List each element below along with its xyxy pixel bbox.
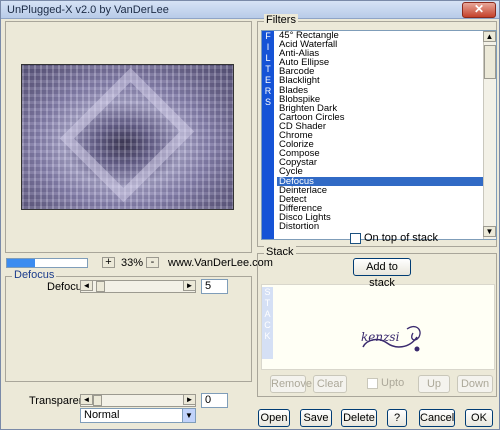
side-tab-letter: I bbox=[266, 42, 270, 52]
filter-list-item[interactable]: Copystar bbox=[277, 158, 484, 168]
chevron-right-icon[interactable]: ► bbox=[183, 394, 196, 405]
filters-group: Filters FILTERS 45° Rectangle Acid Waterf… bbox=[257, 14, 497, 247]
stack-list[interactable]: STACK kenzsi bbox=[261, 284, 495, 370]
filter-list-scrollbar[interactable]: ▲ ▼ bbox=[483, 31, 496, 239]
close-button[interactable]: ✕ bbox=[462, 2, 496, 18]
filters-group-title: Filters bbox=[264, 14, 298, 26]
title-bar: UnPlugged-X v2.0 by VanDerLee ✕ bbox=[1, 1, 499, 19]
preview-pattern bbox=[59, 67, 195, 203]
side-tab-letter: C bbox=[264, 320, 271, 330]
side-tab-letter: S bbox=[264, 287, 271, 297]
side-tab-letter: L bbox=[265, 53, 271, 63]
down-button[interactable]: Down bbox=[457, 375, 493, 393]
transparency-value-field[interactable]: 0 bbox=[201, 393, 228, 408]
save-button[interactable]: Save bbox=[300, 409, 332, 427]
transparency-slider-thumb[interactable] bbox=[93, 395, 102, 406]
transparency-slider[interactable]: ◄ ► bbox=[80, 394, 196, 407]
upto-checkbox[interactable] bbox=[367, 378, 378, 389]
zoom-in-button[interactable]: + bbox=[102, 257, 115, 268]
filter-list-item[interactable]: Deinterlace bbox=[277, 185, 484, 195]
on-top-label: On top of stack bbox=[364, 232, 438, 244]
stack-side-tab: STACK bbox=[262, 287, 273, 359]
preview-panel bbox=[5, 21, 252, 253]
zoom-progress-bar bbox=[6, 258, 88, 268]
blend-mode-select[interactable]: Normal ▼ bbox=[80, 408, 196, 423]
side-tab-letter: S bbox=[264, 97, 271, 107]
clear-button[interactable]: Clear bbox=[313, 375, 347, 393]
chevron-down-icon[interactable]: ▼ bbox=[483, 226, 496, 237]
ok-button[interactable]: OK bbox=[465, 409, 493, 427]
chevron-left-icon[interactable]: ◄ bbox=[80, 280, 93, 291]
help-button[interactable]: ? bbox=[387, 409, 407, 427]
up-button[interactable]: Up bbox=[418, 375, 450, 393]
filters-side-tab: FILTERS bbox=[262, 31, 274, 239]
filter-list[interactable]: FILTERS 45° Rectangle Acid Waterfall Anti-… bbox=[261, 30, 497, 240]
chevron-left-icon[interactable]: ◄ bbox=[80, 394, 93, 405]
defocus-value-field[interactable]: 5 bbox=[201, 279, 228, 294]
cancel-button[interactable]: Cancel bbox=[419, 409, 455, 427]
remove-button[interactable]: Remove bbox=[270, 375, 312, 393]
chevron-down-icon[interactable]: ▼ bbox=[182, 409, 195, 422]
defocus-slider[interactable]: ◄ ► bbox=[80, 280, 196, 293]
on-top-checkbox[interactable] bbox=[350, 233, 361, 244]
svg-text:kenzsi: kenzsi bbox=[361, 330, 400, 344]
side-tab-letter: R bbox=[264, 86, 272, 96]
defocus-slider-thumb[interactable] bbox=[96, 281, 105, 292]
chevron-up-icon[interactable]: ▲ bbox=[483, 31, 496, 42]
side-tab-letter: K bbox=[264, 331, 271, 341]
side-tab-letter: A bbox=[264, 309, 271, 319]
kenzsi-logo: kenzsi bbox=[357, 321, 427, 357]
add-to-stack-button[interactable]: Add to stack bbox=[353, 258, 411, 289]
stack-group-title: Stack bbox=[264, 246, 296, 258]
upto-label: Upto bbox=[381, 377, 405, 389]
plugin-window: UnPlugged-X v2.0 by VanDerLee ✕ + 33% - … bbox=[0, 0, 500, 430]
open-button[interactable]: Open bbox=[258, 409, 290, 427]
filter-list-item[interactable]: Blacklight bbox=[277, 76, 484, 86]
side-tab-letter: E bbox=[264, 75, 271, 85]
delete-button[interactable]: Delete bbox=[341, 409, 377, 427]
preview-image[interactable] bbox=[21, 64, 234, 210]
zoom-out-button[interactable]: - bbox=[146, 257, 159, 268]
filter-list-item[interactable]: Distortion bbox=[277, 222, 484, 232]
zoom-level: 33% bbox=[121, 257, 144, 269]
zoom-progress-fill bbox=[7, 259, 35, 267]
side-tab-letter: T bbox=[264, 298, 271, 308]
filter-items: 45° Rectangle Acid Waterfall Anti-Alias Aut… bbox=[277, 31, 484, 239]
window-title: UnPlugged-X v2.0 by VanDerLee bbox=[7, 4, 169, 16]
side-tab-letter: F bbox=[265, 31, 271, 41]
side-tab-letter: T bbox=[265, 64, 271, 74]
defocus-group-title: Defocus bbox=[12, 269, 57, 281]
blend-mode-value: Normal bbox=[84, 409, 120, 421]
filter-list-scroll-thumb[interactable] bbox=[484, 45, 496, 79]
chevron-right-icon[interactable]: ► bbox=[183, 280, 196, 291]
